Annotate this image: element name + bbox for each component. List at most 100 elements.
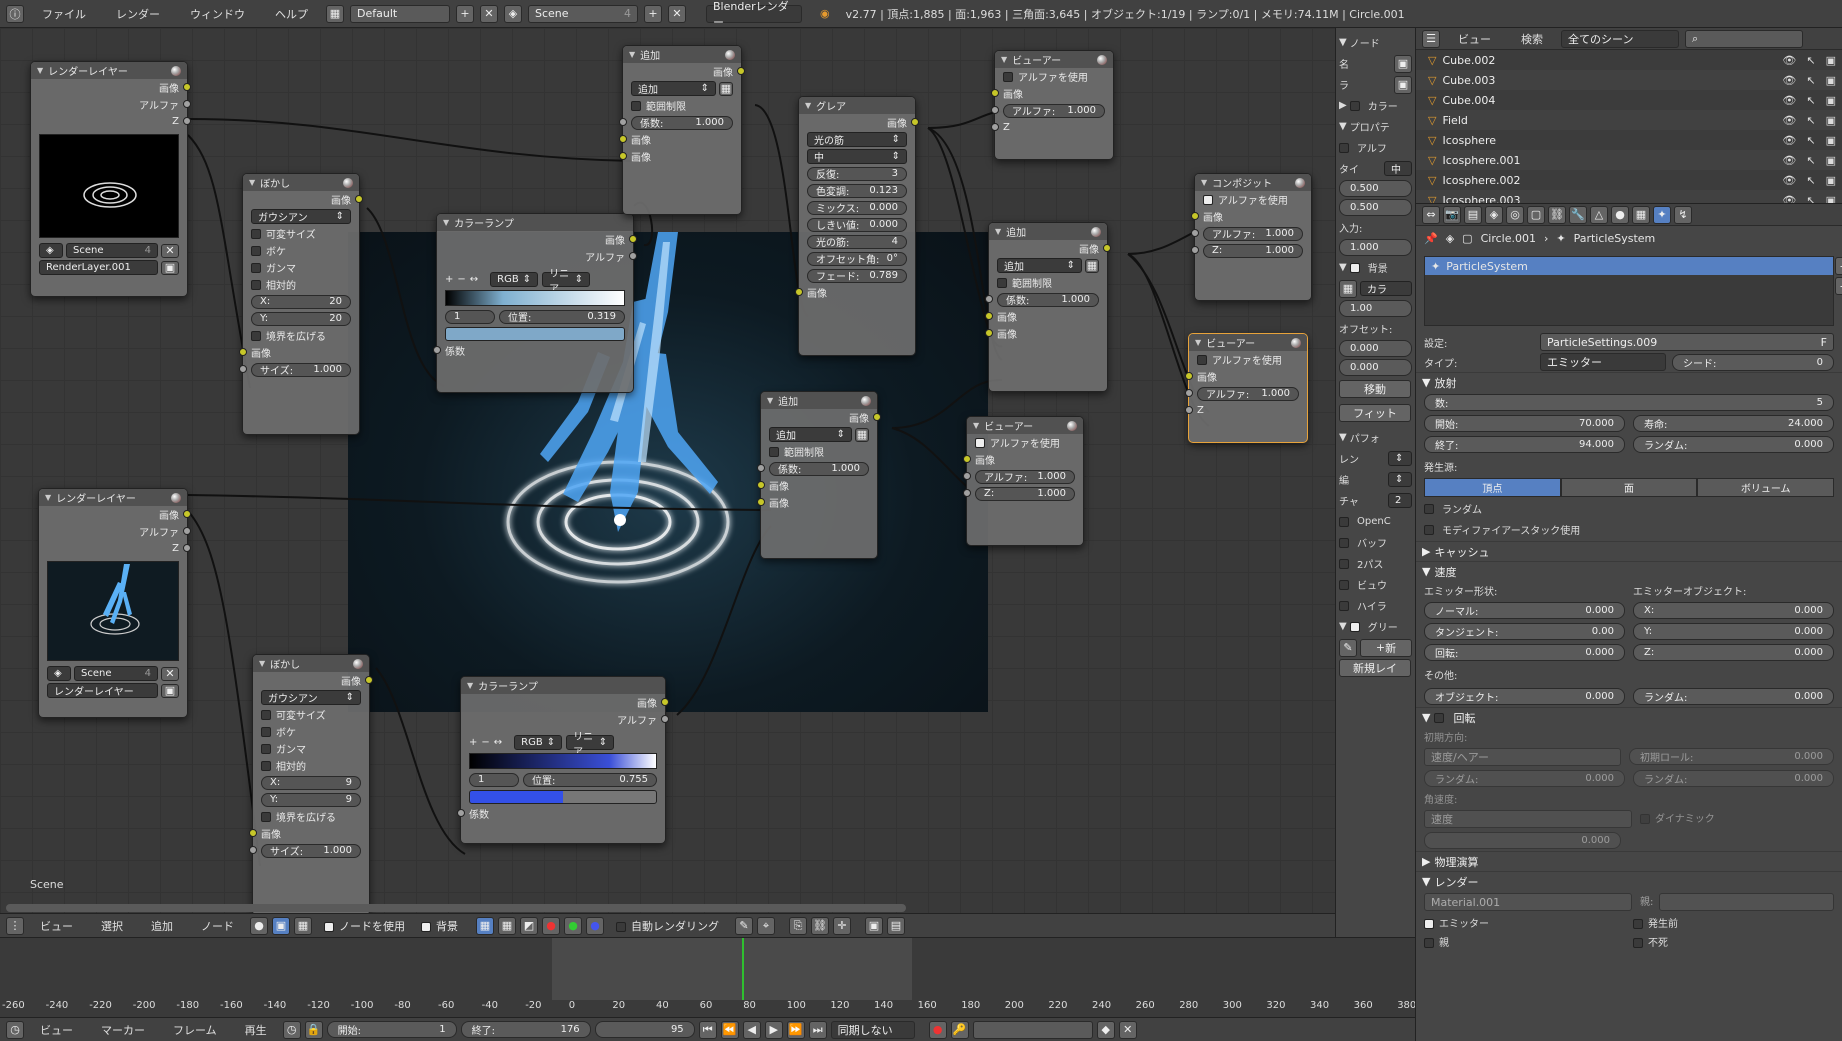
alpha-icon[interactable]: ▦ xyxy=(855,427,869,442)
panel-color[interactable]: ▶ カラー xyxy=(1339,96,1412,115)
backdrop-toggle[interactable]: 背景 xyxy=(421,918,458,934)
outliner-item[interactable]: ▽ Cube.003 👁 ↖ ▣ xyxy=(1416,70,1842,90)
render-icon[interactable]: ▣ xyxy=(161,260,179,275)
checkbox-clamp[interactable] xyxy=(631,100,641,111)
socket-in-alpha[interactable] xyxy=(963,472,971,480)
panel-properties[interactable]: ▼ プロパテ xyxy=(1339,117,1412,136)
normal-field[interactable]: ノーマル: 0.000 xyxy=(1424,602,1625,619)
socket-in-image[interactable] xyxy=(991,89,999,97)
use-nodes-toggle[interactable]: ノードを使用 xyxy=(324,918,405,934)
field-alpha[interactable]: アルファ: 1.000 xyxy=(1197,386,1299,401)
tab-object-icon[interactable]: ▢ xyxy=(1527,205,1545,224)
field-iterations[interactable]: 反復: 3 xyxy=(807,166,907,181)
emit-verts[interactable]: 頂点 xyxy=(1424,478,1561,497)
render-icon[interactable]: ▣ xyxy=(1826,174,1836,187)
stop-color-swatch[interactable] xyxy=(469,789,657,804)
horizontal-scrollbar[interactable] xyxy=(6,904,906,912)
close-icon[interactable]: ✕ xyxy=(161,666,179,681)
socket-out-z[interactable] xyxy=(183,117,191,125)
keying-set-icon[interactable]: 🔑 xyxy=(950,1020,969,1039)
render-paste-icon[interactable]: ▤ xyxy=(887,916,905,935)
obj-x-field[interactable]: X: 0.000 xyxy=(1633,602,1834,619)
socket-in-z[interactable] xyxy=(1185,406,1193,414)
dynamic-toggle[interactable]: ダイナミック xyxy=(1640,810,1834,828)
add-stop-icon[interactable]: + xyxy=(469,737,477,748)
field-size[interactable]: サイズ: 1.000 xyxy=(261,843,361,858)
channel-alpha-icon[interactable]: ◩ xyxy=(520,916,538,935)
socket-in-image-2[interactable] xyxy=(619,152,627,160)
preview-icon[interactable] xyxy=(343,177,353,188)
node-viewer-3[interactable]: ▼ ビューアー アルファを使用 画像 アルファ: 1.000 Z xyxy=(1185,333,1308,443)
layer-select[interactable]: レンダーレイヤー xyxy=(47,683,158,698)
render-icon[interactable]: ▣ xyxy=(1826,114,1836,127)
velocity-random-field[interactable]: ランダム: 0.000 xyxy=(1633,688,1834,705)
panel-emission[interactable]: ▼ 放射 xyxy=(1416,372,1842,392)
socket-out-image[interactable] xyxy=(873,413,881,421)
field-z[interactable]: Z: 1.000 xyxy=(1203,243,1303,258)
scene-add-icon[interactable]: + xyxy=(644,4,662,23)
socket-in-image-2[interactable] xyxy=(757,498,765,506)
blur-type-select[interactable]: ガウシアン ⇕ xyxy=(251,209,351,224)
alpha-toggle[interactable]: アルフ xyxy=(1339,138,1412,157)
field-z[interactable]: Z: 1.000 xyxy=(975,486,1075,501)
socket-in-alpha[interactable] xyxy=(991,106,999,114)
viewer-border-toggle[interactable]: ビュウ xyxy=(1339,575,1412,594)
visibility-icon[interactable]: 👁 xyxy=(1782,74,1796,87)
close-icon[interactable]: ✕ xyxy=(161,243,179,258)
material-select[interactable]: Material.001 xyxy=(1424,893,1632,911)
node-glare[interactable]: ▼ グレア 画像 光の筋 ⇕ 中 ⇕ 反復: 3 色変調: 0.123 ミックス: 0.00… xyxy=(795,96,919,356)
snap-target-icon[interactable]: ⌖ xyxy=(757,916,775,935)
checkbox-gamma[interactable] xyxy=(261,743,271,754)
init-roll-field[interactable]: 初期ロール: 0.000 xyxy=(1629,748,1834,765)
editor-type-timeline-icon[interactable]: ◷ xyxy=(6,1020,24,1039)
node-blur-1[interactable]: ▼ ぼかし 画像 ガウシアン ⇕ 可変サイズ ボケ ガンマ 相対的 X: 20 Y: 2… xyxy=(239,173,363,435)
menu-select[interactable]: 選択 xyxy=(89,918,135,934)
visibility-icon[interactable]: 👁 xyxy=(1782,134,1796,147)
remove-stop-icon[interactable]: − xyxy=(457,274,465,285)
select-icon[interactable]: ↖ xyxy=(1806,154,1815,167)
render-icon[interactable]: ▣ xyxy=(1826,154,1836,167)
channel-rgb-icon[interactable]: ▦ xyxy=(498,916,516,935)
preview-icon[interactable] xyxy=(353,658,363,669)
editor-type-outliner-icon[interactable]: ☰ xyxy=(1422,29,1440,48)
two-pass-toggle[interactable]: 2パス xyxy=(1339,554,1412,573)
socket-out-alpha[interactable] xyxy=(183,527,191,535)
outliner-item[interactable]: ▽ Icosphere 👁 ↖ ▣ xyxy=(1416,130,1842,150)
layer-select[interactable]: RenderLayer.001 xyxy=(39,260,158,275)
render-quality-select[interactable]: ⇕ xyxy=(1388,451,1412,466)
roll-random-field[interactable]: ランダム: 0.000 xyxy=(1633,770,1834,787)
field-size[interactable]: サイズ: 1.000 xyxy=(251,362,351,377)
menu-playback[interactable]: 再生 xyxy=(233,1022,279,1038)
select-icon[interactable]: ↖ xyxy=(1806,114,1815,127)
socket-in-image[interactable] xyxy=(239,348,247,356)
zoom-field[interactable]: 1.00 xyxy=(1339,300,1412,317)
tangent-field[interactable]: タンジェント: 0.00 xyxy=(1424,623,1625,640)
socket-in-image[interactable] xyxy=(795,288,803,296)
number-field[interactable]: 数: 5 xyxy=(1424,394,1834,411)
socket-in-z[interactable] xyxy=(991,123,999,131)
current-frame-field[interactable]: 95 xyxy=(594,1021,695,1038)
socket-out-image[interactable] xyxy=(911,118,919,126)
backdrop-channel-select[interactable]: カラ xyxy=(1360,281,1412,296)
rotation-random-field[interactable]: ランダム: 0.000 xyxy=(1424,770,1625,787)
tab-scene-icon[interactable]: ◈ xyxy=(1485,205,1503,224)
socket-in-factor[interactable] xyxy=(457,809,465,817)
copy-icon[interactable]: ⎘ xyxy=(789,916,807,935)
blend-mode-select[interactable]: 追加 ⇕ xyxy=(769,427,852,442)
fit-button[interactable]: フィット xyxy=(1339,404,1411,422)
node-render-layer-2[interactable]: ▼ レンダーレイヤー 画像 アルファ Z ◈ Scene 4 ✕ レンダーレイヤー ▣ xyxy=(38,488,191,718)
particle-settings-select[interactable]: ParticleSettings.009 F xyxy=(1540,333,1834,351)
checkbox-bokeh[interactable] xyxy=(261,726,271,737)
render-engine-select[interactable]: Blenderレンダー xyxy=(706,0,802,29)
socket-in-image[interactable] xyxy=(1185,372,1193,380)
render-icon[interactable]: ▣ xyxy=(1826,54,1836,67)
flip-icon[interactable]: ↔ xyxy=(470,274,478,285)
tab-layers-icon[interactable]: ▤ xyxy=(1464,205,1482,224)
field-x[interactable]: X: 20 xyxy=(251,294,351,309)
menu-view[interactable]: ビュー xyxy=(1446,31,1503,47)
editor-type-node-icon[interactable]: ⋮ xyxy=(6,916,24,935)
emit-volume[interactable]: ボリューム xyxy=(1697,478,1835,497)
menu-render[interactable]: レンダー xyxy=(104,6,172,22)
node-scene-select[interactable]: Scene 4 xyxy=(74,666,158,681)
checkbox-use-alpha[interactable] xyxy=(975,437,985,448)
